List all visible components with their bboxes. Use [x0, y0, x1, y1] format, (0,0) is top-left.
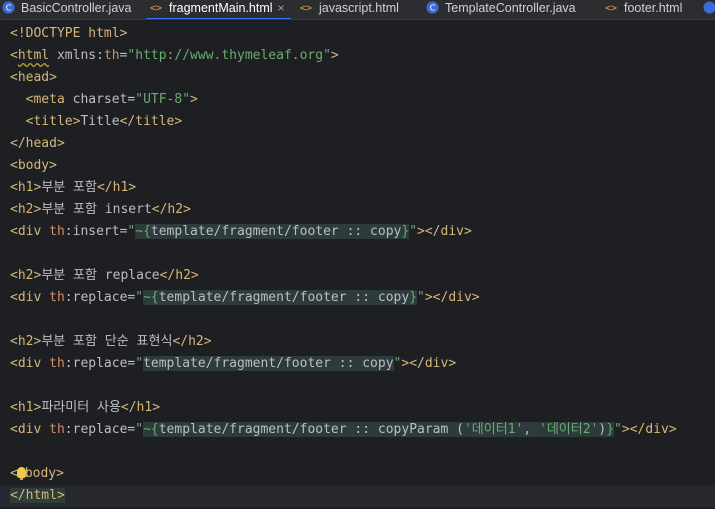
code-line-18: <h1>파라미터 사용</h1>: [10, 400, 161, 415]
code-line-2: <html xmlns:th="http://www.thymeleaf.org…: [10, 48, 339, 63]
code-line-8: <h1>부분 포함</h1>: [10, 180, 137, 195]
svg-text:<>: <>: [150, 3, 162, 14]
code-line-19: <div th:replace="~{template/fragment/foo…: [10, 422, 677, 437]
overflow-tab-icon[interactable]: [703, 0, 715, 19]
tab-basiccontroller[interactable]: C BasicController.java: [2, 0, 131, 19]
tab-templatecontroller[interactable]: C TemplateController.java: [426, 0, 576, 19]
code-line-15: <h2>부분 포함 단순 표현식</h2>: [10, 334, 212, 349]
code-line-12: <h2>부분 포함 replace</h2>: [10, 268, 199, 283]
code-line-4: <meta charset="UTF-8">: [25, 92, 198, 107]
code-line-16: <div th:replace="template/fragment/foote…: [10, 356, 457, 371]
code-line-7: <body>: [10, 158, 57, 173]
tab-footer[interactable]: <> footer.html: [605, 0, 682, 19]
html-icon: <>: [300, 1, 313, 14]
code-line-6: </head>: [10, 136, 65, 151]
class-icon: C: [2, 1, 15, 14]
code-line-13: <div th:replace="~{template/fragment/foo…: [10, 290, 480, 305]
code-line-3: <head>: [10, 70, 57, 85]
close-tab-icon[interactable]: ×: [278, 1, 285, 15]
code-editor[interactable]: <!DOCTYPE html> <html xmlns:th="http://w…: [0, 20, 715, 509]
editor-tab-bar: C BasicController.java <> fragmentMain.htm…: [0, 0, 715, 20]
html-icon: <>: [150, 1, 163, 14]
svg-text:C: C: [6, 4, 12, 13]
class-icon: C: [426, 1, 439, 14]
tab-javascript[interactable]: <> javascript.html: [300, 0, 399, 19]
code-line-10: <div th:insert="~{template/fragment/foot…: [10, 224, 472, 239]
svg-text:C: C: [430, 4, 436, 13]
code-line-1: <!DOCTYPE html>: [10, 26, 128, 41]
code-line-5: <title>Title</title>: [25, 114, 183, 129]
code-line-9: <h2>부분 포함 insert</h2>: [10, 202, 191, 217]
svg-text:<>: <>: [605, 3, 617, 14]
svg-text:<>: <>: [300, 3, 312, 14]
current-line-highlight: [0, 485, 715, 507]
intention-bulb-icon[interactable]: [16, 467, 26, 480]
code-line-21: < body>: [10, 466, 64, 481]
html-icon: <>: [605, 1, 618, 14]
tab-fragmentmain[interactable]: <> fragmentMain.html ×: [146, 0, 291, 19]
code-line-22: </html>: [10, 488, 65, 503]
